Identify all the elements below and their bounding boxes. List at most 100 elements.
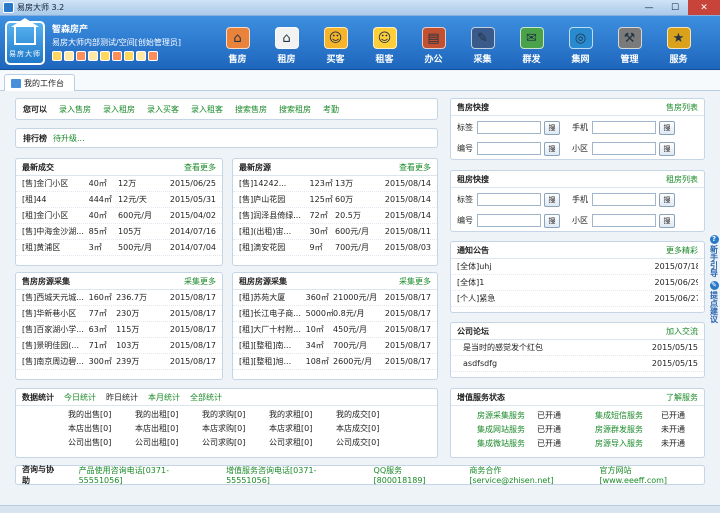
link-attendance[interactable]: 考勤 xyxy=(323,104,339,115)
rent-estate-input[interactable] xyxy=(592,214,656,227)
link-add-tenant[interactable]: 录入租客 xyxy=(191,104,223,115)
stat-cell[interactable]: 公司出租[0] xyxy=(135,437,202,448)
search-button[interactable]: 搜 xyxy=(544,213,560,228)
qq-service[interactable]: QQ服务[800018189] xyxy=(374,465,452,485)
product-hotline[interactable]: 产品使用咨询电话[0371-55551056] xyxy=(79,465,208,485)
link-add-rent[interactable]: 录入租房 xyxy=(103,104,135,115)
stat-cell[interactable]: 我的出售[0] xyxy=(68,409,135,420)
calendar-icon[interactable] xyxy=(100,51,110,61)
search-button[interactable]: 搜 xyxy=(544,141,560,156)
link-add-sale[interactable]: 录入售房 xyxy=(59,104,91,115)
stat-cell[interactable]: 我的求租[0] xyxy=(269,409,336,420)
more-link[interactable]: 查看更多 xyxy=(399,162,431,173)
note-icon[interactable] xyxy=(88,51,98,61)
user-icon[interactable] xyxy=(52,51,62,61)
service-name[interactable]: 集成网站服务 xyxy=(477,424,537,435)
service-name[interactable]: 房源群发服务 xyxy=(595,424,661,435)
more-link[interactable]: 采集更多 xyxy=(399,276,431,287)
rank-text[interactable]: 待升级... xyxy=(53,133,85,144)
tab-today[interactable]: 今日统计 xyxy=(64,392,96,403)
key-icon[interactable] xyxy=(148,51,158,61)
search-button[interactable]: 搜 xyxy=(544,192,560,207)
tab-all[interactable]: 全部统计 xyxy=(190,392,222,403)
list-item[interactable]: [全体]1 2015/06/29 xyxy=(451,275,704,291)
stat-cell[interactable]: 公司求租[0] xyxy=(269,437,336,448)
notepad-icon[interactable] xyxy=(136,51,146,61)
stat-cell[interactable]: 我的出租[0] xyxy=(135,409,202,420)
rent-phone-input[interactable] xyxy=(592,193,656,206)
list-item[interactable]: [售]润泽县倚绿... 72㎡ 20.5万 2015/08/14 xyxy=(233,208,437,224)
list-item[interactable]: [租][整租]南... 34㎡ 700元/月 2015/08/17 xyxy=(233,338,437,354)
minimize-button[interactable]: — xyxy=(636,0,662,15)
service-name[interactable]: 集成短信服务 xyxy=(595,410,661,421)
list-item[interactable]: 是当时的感觉发个红包 2015/05/15 xyxy=(451,340,704,356)
more-link[interactable]: 更多精彩 xyxy=(666,245,698,256)
nav-item-2[interactable]: ☺ 买客 xyxy=(311,16,360,70)
list-item[interactable]: [售]百家湖小学... 63㎡ 115万 2015/08/17 xyxy=(16,322,222,338)
list-item[interactable]: [售]景明佳园(... 71㎡ 103万 2015/08/17 xyxy=(16,338,222,354)
nav-item-9[interactable]: ★ 服务 xyxy=(654,16,703,70)
list-item[interactable]: [租]金门小区 40㎡ 600元/月 2015/04/02 xyxy=(16,208,222,224)
sale-estate-input[interactable] xyxy=(592,142,656,155)
folder-icon[interactable] xyxy=(124,51,134,61)
sale-phone-input[interactable] xyxy=(592,121,656,134)
stat-cell[interactable]: 公司出售[0] xyxy=(68,437,135,448)
search-button[interactable]: 搜 xyxy=(659,120,675,135)
more-link[interactable]: 了解服务 xyxy=(666,392,698,403)
search-button[interactable]: 搜 xyxy=(659,213,675,228)
link-search-rent[interactable]: 搜索租房 xyxy=(279,104,311,115)
website-link[interactable]: 官方网站 [www.eeeff.com] xyxy=(599,465,698,485)
more-link[interactable]: 查看更多 xyxy=(184,162,216,173)
stat-cell[interactable]: 公司成交[0] xyxy=(336,437,403,448)
list-item[interactable]: [售]庐山花园 125㎡ 60万 2015/08/14 xyxy=(233,192,437,208)
stat-cell[interactable]: 本店求购[0] xyxy=(202,423,269,434)
tab-month[interactable]: 本月统计 xyxy=(148,392,180,403)
suggest-link[interactable]: 提点建议 xyxy=(710,291,719,323)
list-item[interactable]: [全体]uhj 2015/07/18 xyxy=(451,259,704,275)
link-search-sale[interactable]: 搜索售房 xyxy=(235,104,267,115)
guide-link[interactable]: 新手引导 xyxy=(710,245,719,277)
business-link[interactable]: 商务合作[service@zhisen.net] xyxy=(469,465,581,485)
service-name[interactable]: 集成微站服务 xyxy=(477,438,537,449)
rent-code-input[interactable] xyxy=(477,214,541,227)
nav-item-6[interactable]: ✉ 群发 xyxy=(507,16,556,70)
nav-item-4[interactable]: ▤ 办公 xyxy=(409,16,458,70)
list-item[interactable]: [售]西城天元城... 160㎡ 236.7万 2015/08/17 xyxy=(16,290,222,306)
nav-item-7[interactable]: ◎ 集网 xyxy=(556,16,605,70)
list-item[interactable]: [租]苏苑大厦 360㎡ 21000元/月 2015/08/17 xyxy=(233,290,437,306)
message-icon[interactable] xyxy=(76,51,86,61)
link-add-buyer[interactable]: 录入买客 xyxy=(147,104,179,115)
tab-workbench[interactable]: 我的工作台 xyxy=(4,74,75,91)
stat-cell[interactable]: 本店成交[0] xyxy=(336,423,403,434)
calculator-icon[interactable] xyxy=(112,51,122,61)
list-item[interactable]: [售]14242... 123㎡ 13万 2015/08/14 xyxy=(233,176,437,192)
lock-icon[interactable] xyxy=(64,51,74,61)
list-item[interactable]: [租]黄浦区 3㎡ 500元/月 2014/07/04 xyxy=(16,240,222,256)
tab-yesterday[interactable]: 昨日统计 xyxy=(106,392,138,403)
pencil-icon[interactable]: ✎ xyxy=(709,281,719,290)
search-button[interactable]: 搜 xyxy=(544,120,560,135)
service-hotline[interactable]: 增值服务咨询电话[0371-55551056] xyxy=(226,465,355,485)
stat-cell[interactable]: 本店求租[0] xyxy=(269,423,336,434)
list-item[interactable]: [租]长江电子商... 5000㎡ 0.8元/月 2015/08/17 xyxy=(233,306,437,322)
search-button[interactable]: 搜 xyxy=(659,141,675,156)
list-item[interactable]: [个人]紧急 2015/06/27 xyxy=(451,291,704,307)
rent-tag-input[interactable] xyxy=(477,193,541,206)
help-icon[interactable]: ? xyxy=(709,235,719,244)
list-item[interactable]: [租]滴安花园 9㎡ 700元/月 2015/08/03 xyxy=(233,240,437,256)
nav-item-8[interactable]: ⚒ 管理 xyxy=(605,16,654,70)
sale-tag-input[interactable] xyxy=(477,121,541,134)
nav-item-5[interactable]: ✎ 采集 xyxy=(458,16,507,70)
list-item[interactable]: asdfsdfg 2015/05/15 xyxy=(451,356,704,372)
nav-item-0[interactable]: ⌂ 售房 xyxy=(213,16,262,70)
maximize-button[interactable]: ☐ xyxy=(662,0,688,15)
more-link[interactable]: 采集更多 xyxy=(184,276,216,287)
nav-item-3[interactable]: ☺ 租客 xyxy=(360,16,409,70)
stat-cell[interactable]: 本店出售[0] xyxy=(68,423,135,434)
sale-code-input[interactable] xyxy=(477,142,541,155)
nav-item-1[interactable]: ⌂ 租房 xyxy=(262,16,311,70)
join-link[interactable]: 加入交流 xyxy=(666,326,698,337)
list-item[interactable]: [租][整租]旭... 108㎡ 2600元/月 2015/08/17 xyxy=(233,354,437,370)
service-name[interactable]: 房源采集服务 xyxy=(477,410,537,421)
list-item[interactable]: [租]44 444㎡ 12元/天 2015/05/31 xyxy=(16,192,222,208)
